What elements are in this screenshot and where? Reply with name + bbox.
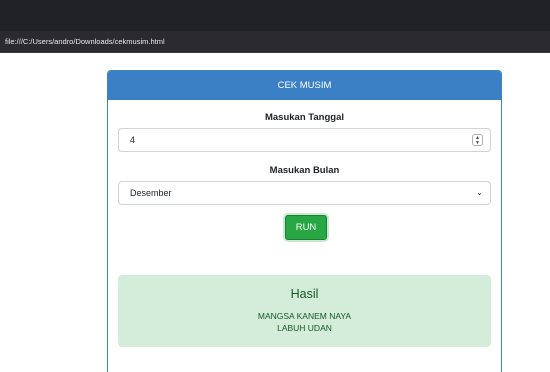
result-season: LABUH UDAN — [277, 323, 332, 333]
chevron-down-icon: ⌄ — [476, 188, 483, 197]
run-button-label: RUN — [295, 222, 317, 233]
result-mangsa: MANGSA KANEM NAYA — [257, 311, 352, 321]
run-button[interactable]: RUN — [285, 215, 327, 240]
address-bar-url[interactable]: file:///C:/Users/andro/Downloads/cekmusi… — [5, 37, 165, 46]
card-header: CEK MUSIM — [108, 71, 501, 100]
spinner-arrows-icon[interactable]: ▲ ▼ — [472, 134, 483, 146]
month-select[interactable]: Desember ⌄ — [118, 181, 491, 205]
month-select-value: Desember — [130, 188, 172, 198]
cek-musim-card: CEK MUSIM Masukan Tanggal 4 ▲ ▼ Masukan B… — [107, 70, 502, 372]
card-title: CEK MUSIM — [277, 80, 332, 91]
date-input-value: 4 — [130, 135, 136, 145]
result-title: Hasil — [290, 287, 319, 301]
date-label: Masukan Tanggal — [264, 112, 344, 123]
browser-tab-strip — [0, 0, 550, 31]
address-bar[interactable]: file:///C:/Users/andro/Downloads/cekmusi… — [0, 31, 550, 53]
result-box: Hasil MANGSA KANEM NAYA LABUH UDAN — [118, 275, 491, 347]
date-input[interactable]: 4 ▲ ▼ — [118, 128, 491, 152]
month-label: Masukan Bulan — [269, 165, 340, 176]
